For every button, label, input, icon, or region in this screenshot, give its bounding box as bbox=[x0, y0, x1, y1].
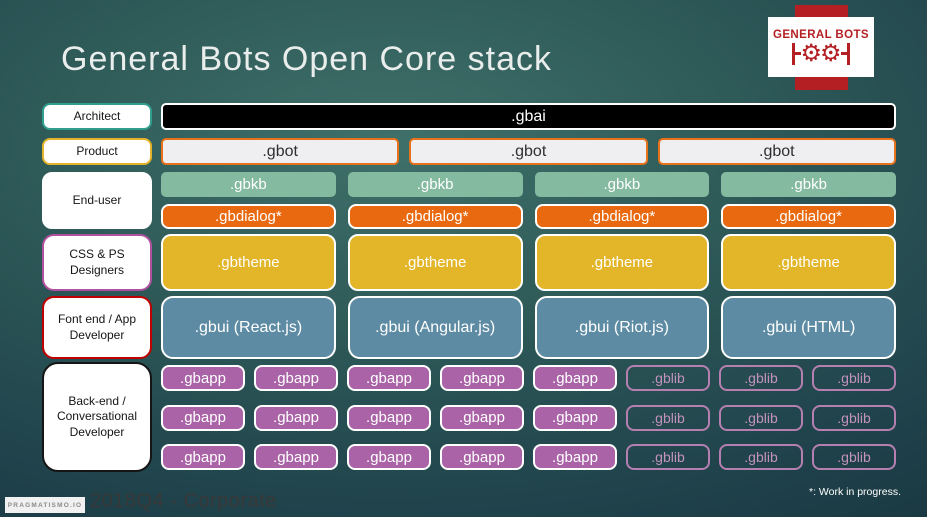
stack-box-gbapp: .gbapp bbox=[440, 365, 524, 391]
stack-box-gblib: .gblib bbox=[626, 404, 710, 431]
slide: General Bots Open Core stack GENERAL BOT… bbox=[0, 0, 927, 517]
stack-row-apps: .gbapp .gbapp .gbapp .gbapp .gbapp .gblib .gbl… bbox=[161, 444, 896, 470]
stack-box-gbot: .gbot bbox=[409, 138, 648, 165]
stack-box-gbtheme: .gbtheme bbox=[721, 234, 896, 291]
band-designers-boxes: .gbtheme .gbtheme .gbtheme .gbtheme bbox=[161, 234, 896, 291]
stack-row-gbai: .gbai bbox=[161, 103, 896, 130]
stack-box-gbkb: .gbkb bbox=[721, 172, 896, 197]
stack-box-gbot: .gbot bbox=[657, 138, 896, 165]
stack-box-gbdialog: .gbdialog* bbox=[721, 204, 896, 229]
pragmatismo-logo: PRAGMATISMO.IO bbox=[5, 497, 85, 513]
stack-row-apps: .gbapp .gbapp .gbapp .gbapp .gbapp .gblib .gbl… bbox=[161, 404, 896, 431]
stack-box-gbui: .gbui (Riot.js) bbox=[534, 296, 710, 359]
stack-box-gbkb: .gbkb bbox=[347, 172, 523, 197]
stack-box-gbtheme: .gbtheme bbox=[534, 234, 710, 291]
stack-box-gbot: .gbot bbox=[161, 138, 400, 165]
band-architect: Architect .gbai bbox=[42, 103, 896, 130]
label-text: Back-end / Conversational Developer bbox=[56, 393, 138, 439]
stack-box-gbdialog: .gbdialog* bbox=[534, 204, 710, 229]
band-architect-boxes: .gbai bbox=[161, 103, 896, 130]
stack-box-gblib: .gblib bbox=[719, 404, 803, 431]
stack-box-gbapp: .gbapp bbox=[347, 444, 431, 470]
label-text: Font end / App Developer bbox=[57, 311, 137, 342]
stack-box-gblib: .gblib bbox=[812, 444, 896, 470]
label-end-user: End-user bbox=[42, 172, 152, 229]
stack-box-gbai: .gbai bbox=[161, 103, 896, 130]
stack-box-gbapp: .gbapp bbox=[533, 404, 617, 431]
stack-box-gbapp: .gbapp bbox=[347, 404, 431, 431]
label-backend-developer: Back-end / Conversational Developer bbox=[42, 362, 152, 472]
label-text: CSS & PS Designers bbox=[69, 246, 125, 277]
stack-box-gbtheme: .gbtheme bbox=[347, 234, 523, 291]
band-frontend-developer: Font end / App Developer .gbui (React.js… bbox=[42, 296, 896, 359]
band-backend-developer: Back-end / Conversational Developer .gba… bbox=[42, 362, 896, 472]
stack-box-gblib: .gblib bbox=[719, 365, 803, 391]
gear-icon: ⚙︎ bbox=[800, 39, 822, 67]
stack-box-gbui: .gbui (React.js) bbox=[161, 296, 336, 359]
stack-row-apps: .gbapp .gbapp .gbapp .gbapp .gbapp .gblib .gbl… bbox=[161, 365, 896, 391]
stack-row-gbkb: .gbkb .gbkb .gbkb .gbkb bbox=[161, 172, 896, 197]
label-text: End-user bbox=[72, 192, 122, 207]
band-backend-boxes: .gbapp .gbapp .gbapp .gbapp .gbapp .gblib .gbl… bbox=[161, 362, 896, 472]
stack-box-gbui: .gbui (HTML) bbox=[721, 296, 896, 359]
general-bots-logo: GENERAL BOTS ⚙︎ ⚙︎ bbox=[768, 17, 874, 77]
stack-box-gbapp: .gbapp bbox=[533, 444, 617, 470]
footer-caption: 2018Q4 - Corporate bbox=[90, 490, 277, 512]
page-title: General Bots Open Core stack bbox=[61, 40, 553, 78]
gear-icon: ⚙︎ bbox=[820, 39, 842, 67]
stack-box-gbdialog: .gbdialog* bbox=[347, 204, 523, 229]
stack-box-gbapp: .gbapp bbox=[161, 365, 245, 391]
stack-row-gbui: .gbui (React.js) .gbui (Angular.js) .gbui … bbox=[161, 296, 896, 359]
work-in-progress-note: *: Work in progress. bbox=[808, 486, 901, 498]
band-product-boxes: .gbot .gbot .gbot bbox=[161, 138, 896, 165]
stack-box-gbapp: .gbapp bbox=[533, 365, 617, 391]
band-end-user: End-user .gbkb .gbkb .gbkb .gbkb .gbdialog*.… bbox=[42, 172, 896, 229]
stack-box-gbapp: .gbapp bbox=[254, 365, 338, 391]
stack-row-gbot: .gbot .gbot .gbot bbox=[161, 138, 896, 165]
stack-box-gbapp: .gbapp bbox=[440, 444, 524, 470]
stack-row-gbtheme: .gbtheme .gbtheme .gbtheme .gbtheme bbox=[161, 234, 896, 291]
label-designers: CSS & PS Designers bbox=[42, 234, 152, 291]
stack-box-gblib: .gblib bbox=[812, 404, 896, 431]
stack-box-gblib: .gblib bbox=[719, 444, 803, 470]
label-frontend-developer: Font end / App Developer bbox=[42, 296, 152, 359]
stack-box-gblib: .gblib bbox=[626, 444, 710, 470]
band-product: Product .gbot .gbot .gbot bbox=[42, 138, 896, 165]
stack-box-gbkb: .gbkb bbox=[534, 172, 710, 197]
stack-box-gbapp: .gbapp bbox=[254, 404, 338, 431]
gear-end-bar-icon bbox=[846, 42, 850, 65]
stack-box-gbdialog: .gbdialog* bbox=[161, 204, 336, 229]
label-product: Product bbox=[42, 138, 152, 165]
gears-icon: ⚙︎ ⚙︎ bbox=[792, 39, 850, 67]
stack-box-gbapp: .gbapp bbox=[254, 444, 338, 470]
stack-box-gblib: .gblib bbox=[812, 365, 896, 391]
stack-box-gbtheme: .gbtheme bbox=[161, 234, 336, 291]
stack-box-gbkb: .gbkb bbox=[161, 172, 336, 197]
band-designers: CSS & PS Designers .gbtheme .gbtheme .gbth… bbox=[42, 234, 896, 291]
stack-box-gbapp: .gbapp bbox=[347, 365, 431, 391]
brand-text: PRAGMATISMO.IO bbox=[7, 501, 83, 509]
stack-row-gbdialog: .gbdialog* .gbdialog* .gbdialog* .gbdialog* bbox=[161, 204, 896, 229]
label-text: Architect bbox=[73, 108, 121, 123]
stack-box-gblib: .gblib bbox=[626, 365, 710, 391]
stack-box-gbapp: .gbapp bbox=[161, 444, 245, 470]
stack-box-gbui: .gbui (Angular.js) bbox=[347, 296, 523, 359]
label-architect: Architect bbox=[42, 103, 152, 130]
logo-brand-text: GENERAL BOTS bbox=[773, 28, 869, 41]
label-text: Product bbox=[76, 143, 118, 158]
band-end-user-boxes: .gbkb .gbkb .gbkb .gbkb .gbdialog* .gbdialog*… bbox=[161, 172, 896, 229]
stack-box-gbapp: .gbapp bbox=[440, 404, 524, 431]
stack-box-gbapp: .gbapp bbox=[161, 404, 245, 431]
band-frontend-boxes: .gbui (React.js) .gbui (Angular.js) .gbui … bbox=[161, 296, 896, 359]
